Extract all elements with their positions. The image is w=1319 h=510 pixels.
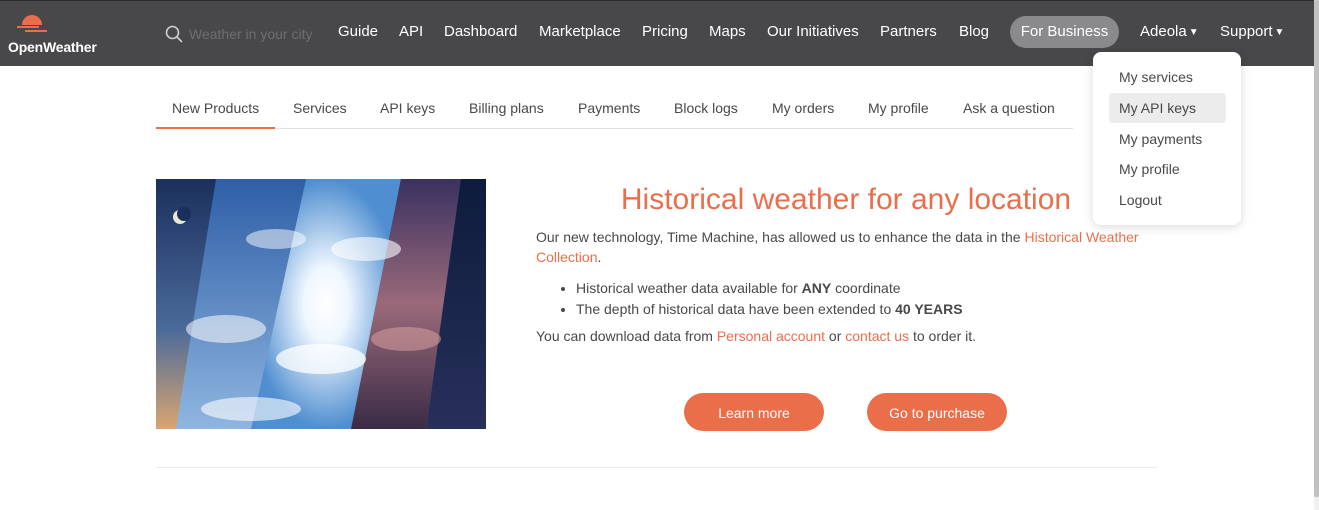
feature-2-bold: 40 YEARS (895, 301, 963, 317)
intro-text: Our new technology, Time Machine, has al… (536, 229, 1021, 245)
tab-my-orders[interactable]: My orders (772, 100, 834, 116)
caret-down-icon: ▼ (1188, 27, 1199, 38)
nav-our-initiatives[interactable]: Our Initiatives (767, 23, 859, 40)
menu-item-my-payments[interactable]: My payments (1109, 124, 1226, 154)
menu-item-my-api-keys[interactable]: My API keys (1109, 93, 1226, 123)
download-suffix: to order it. (912, 328, 977, 344)
account-tabs: New Products Services API keys Billing p… (156, 88, 1073, 129)
openweather-logo-icon (15, 15, 49, 37)
promo-intro: Our new technology, Time Machine, has al… (536, 228, 1156, 267)
user-menu-toggle[interactable]: Adeola ▼ (1140, 23, 1199, 40)
menu-item-my-services[interactable]: My services (1109, 62, 1226, 92)
section-divider (156, 467, 1157, 468)
go-to-purchase-button[interactable]: Go to purchase (867, 393, 1007, 431)
download-prefix: You can download data from (536, 328, 713, 344)
openweather-logo[interactable]: OpenWeather (8, 13, 108, 57)
search-icon[interactable] (165, 25, 183, 43)
search-input[interactable] (189, 23, 329, 45)
list-item: Historical weather data available for AN… (576, 278, 1156, 299)
for-business-button[interactable]: For Business (1010, 16, 1119, 48)
sky-time-machine-image (156, 179, 486, 429)
tab-new-products[interactable]: New Products (172, 100, 259, 116)
tab-payments[interactable]: Payments (578, 100, 640, 116)
feature-1-bold: ANY (801, 280, 832, 296)
logo-text: OpenWeather (8, 39, 97, 55)
nav-api[interactable]: API (399, 23, 423, 40)
tab-services[interactable]: Services (293, 100, 347, 116)
download-mid: or (828, 328, 842, 344)
menu-item-my-profile[interactable]: My profile (1109, 154, 1226, 184)
tab-block-logs[interactable]: Block logs (674, 100, 738, 116)
feature-2-prefix: The depth of historical data have been e… (576, 301, 892, 317)
user-dropdown-menu: My services My API keys My payments My p… (1093, 52, 1241, 225)
feature-list: Historical weather data available for AN… (536, 278, 1156, 320)
feature-1-suffix: coordinate (835, 280, 901, 296)
download-note: You can download data from Personal acco… (536, 328, 1156, 344)
personal-account-link[interactable]: Personal account (717, 328, 825, 344)
user-name: Adeola (1140, 23, 1187, 40)
sky-collage-illustration (156, 179, 486, 429)
support-label: Support (1220, 23, 1273, 40)
contact-us-link[interactable]: contact us (845, 328, 909, 344)
support-menu-toggle[interactable]: Support ▼ (1220, 23, 1284, 40)
page-scrollbar[interactable] (1314, 0, 1319, 510)
nav-guide[interactable]: Guide (338, 23, 378, 40)
nav-dashboard[interactable]: Dashboard (444, 23, 517, 40)
tab-my-profile[interactable]: My profile (868, 100, 929, 116)
menu-item-logout[interactable]: Logout (1109, 185, 1226, 215)
intro-period: . (597, 248, 602, 265)
feature-1-prefix: Historical weather data available for (576, 280, 798, 296)
active-tab-indicator (156, 127, 275, 129)
tab-ask-a-question[interactable]: Ask a question (963, 100, 1055, 116)
nav-pricing[interactable]: Pricing (642, 23, 688, 40)
promo-headline: Historical weather for any location (620, 183, 1072, 216)
nav-partners[interactable]: Partners (880, 23, 937, 40)
list-item: The depth of historical data have been e… (576, 299, 1156, 320)
caret-down-icon: ▼ (1274, 27, 1285, 38)
scrollbar-thumb[interactable] (1314, 0, 1319, 497)
nav-maps[interactable]: Maps (709, 23, 746, 40)
learn-more-button[interactable]: Learn more (684, 393, 824, 431)
tab-billing-plans[interactable]: Billing plans (469, 100, 544, 116)
nav-blog[interactable]: Blog (959, 23, 989, 40)
tab-api-keys[interactable]: API keys (380, 100, 435, 116)
nav-marketplace[interactable]: Marketplace (539, 23, 621, 40)
